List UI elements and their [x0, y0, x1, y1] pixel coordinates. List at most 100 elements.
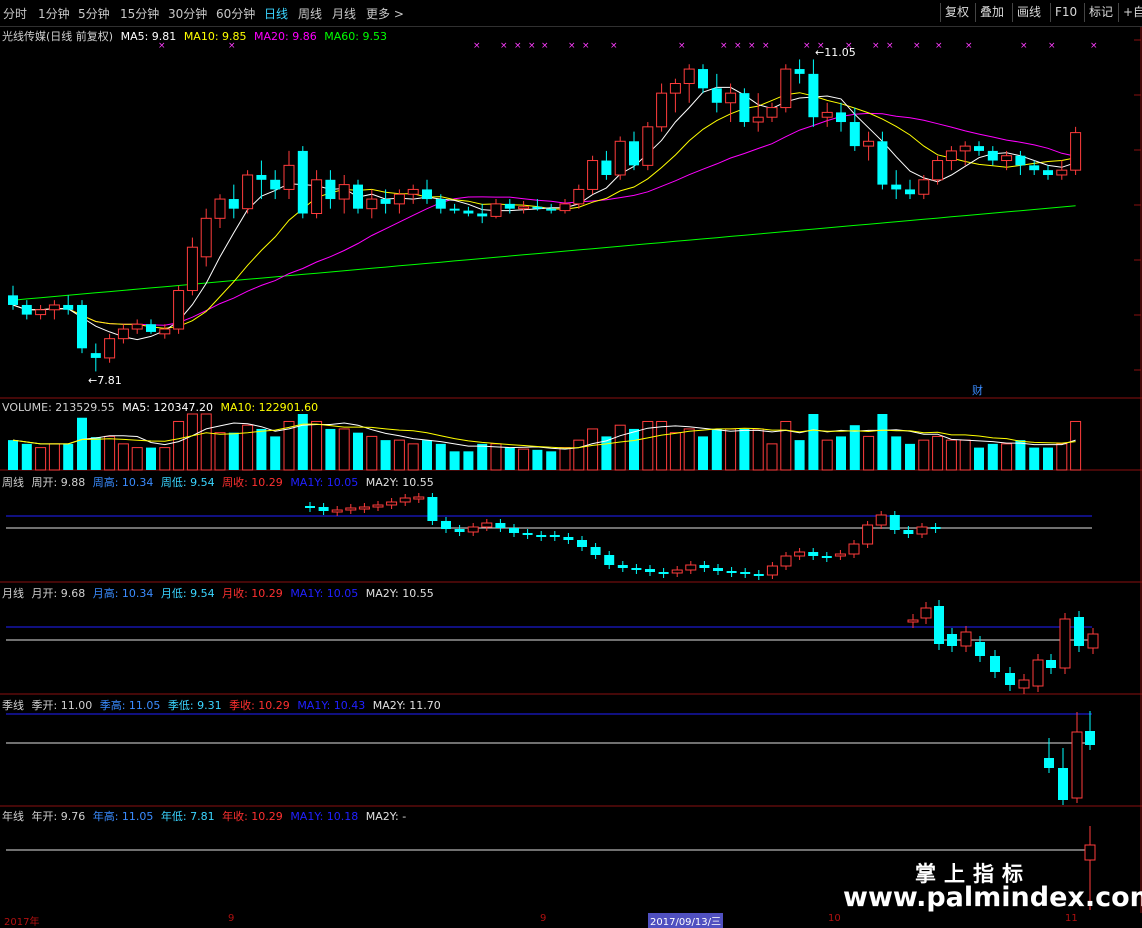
- volume-bar: [1001, 443, 1013, 471]
- volume-bar: [918, 439, 930, 471]
- signal-x-marker: ×: [528, 41, 536, 51]
- candle-body: [808, 73, 819, 118]
- year-high: 年高: 11.05: [92, 810, 154, 823]
- week-candle-body: [808, 552, 819, 556]
- toolbar-button[interactable]: +自选: [1118, 3, 1142, 22]
- timeframe-tab[interactable]: 1分钟: [38, 5, 70, 22]
- candle-body: [849, 122, 860, 147]
- month-candle-body: [990, 656, 1000, 672]
- volume-bar: [532, 449, 543, 470]
- volume-bar: [338, 428, 350, 471]
- week-candle-body: [726, 571, 737, 573]
- season-low: 季低: 9.31: [167, 699, 222, 712]
- signal-x-marker: ×: [582, 41, 590, 51]
- volume-bar: [573, 439, 585, 471]
- signal-x-marker: ×: [610, 41, 618, 51]
- week-candle-body: [645, 569, 655, 572]
- toolbar-button[interactable]: 叠加: [975, 3, 1008, 22]
- toolbar-button[interactable]: F10: [1050, 3, 1081, 22]
- signal-x-marker: ×: [803, 41, 811, 51]
- candle-body: [587, 160, 599, 190]
- volume-bar: [21, 443, 32, 470]
- candle-body: [794, 69, 805, 74]
- candle-body: [242, 174, 254, 210]
- candle-body: [932, 160, 944, 181]
- year-open: 年开: 9.76: [31, 810, 86, 823]
- timeframe-tab[interactable]: 15分钟: [120, 5, 159, 22]
- volume-bar: [877, 414, 888, 470]
- volume-bar: [366, 435, 378, 471]
- volume-bar: [821, 439, 833, 471]
- candle-body: [1029, 165, 1040, 171]
- vol-ma5-readout: MA5: 120347.20: [122, 401, 213, 414]
- volume-bar: [546, 451, 557, 470]
- month-high: 月高: 10.34: [92, 587, 154, 600]
- candle-body: [48, 304, 60, 311]
- volume-bar: [77, 417, 87, 470]
- week-candle-body: [753, 574, 764, 576]
- candle-body: [669, 83, 681, 94]
- week-ma2y: MA2Y: 10.55: [365, 476, 434, 489]
- season-candle-body: [1058, 768, 1068, 800]
- candle-body: [1015, 155, 1026, 166]
- week-candle-body: [536, 535, 547, 537]
- volume-bar: [490, 443, 502, 471]
- week-candle-body: [454, 529, 465, 532]
- candle-body: [297, 150, 308, 214]
- signal-x-marker: ×: [965, 41, 973, 51]
- volume-bar: [325, 428, 336, 470]
- season-candle-body: [1044, 758, 1054, 768]
- candle-body: [407, 188, 419, 195]
- month-candle-body: [1087, 633, 1099, 649]
- toolbar-button[interactable]: 画线: [1012, 3, 1045, 22]
- volume-bar: [1029, 447, 1040, 470]
- timeframe-tab[interactable]: 更多 >: [366, 5, 404, 22]
- timeframe-tab[interactable]: 30分钟: [168, 5, 207, 22]
- week-candle-body: [358, 506, 370, 510]
- volume-bar: [752, 428, 764, 471]
- volume-bar: [656, 420, 668, 471]
- timeframe-tab[interactable]: 月线: [332, 5, 356, 22]
- week-candle-body: [331, 509, 343, 513]
- date-axis-label: 9: [228, 913, 235, 924]
- week-candle-body: [590, 547, 601, 555]
- candle-body: [1056, 169, 1068, 176]
- week-info-line: 周线 周开: 9.88 周高: 10.34 周低: 9.54 周收: 10.29…: [2, 474, 438, 490]
- signal-x-marker: ×: [1048, 41, 1056, 51]
- candle-body: [366, 198, 378, 210]
- week-candle-body: [345, 507, 357, 511]
- month-ma2y: MA2Y: 10.55: [365, 587, 434, 600]
- timeframe-tab[interactable]: 分时: [3, 5, 27, 22]
- candle-body: [821, 111, 833, 118]
- toolbar-button[interactable]: 标记: [1084, 3, 1117, 22]
- volume-bar: [808, 414, 819, 470]
- watermark-url: www.palmindex.com: [843, 882, 1142, 913]
- week-candle-body: [740, 572, 751, 574]
- candle-body: [104, 338, 116, 359]
- candle-body: [1001, 155, 1013, 162]
- signal-x-marker: ×: [1090, 41, 1098, 51]
- volume-bar: [683, 428, 695, 471]
- volume-bar: [463, 451, 474, 470]
- signal-x-marker: ×: [473, 41, 481, 51]
- candle-body: [256, 174, 267, 180]
- month-candle-body: [947, 634, 957, 646]
- volume-bar: [698, 436, 708, 470]
- month-info-line: 月线 月开: 9.68 月高: 10.34 月低: 9.54 月收: 10.29…: [2, 585, 438, 601]
- vol-ma10-readout: MA10: 122901.60: [220, 401, 319, 414]
- toolbar-button[interactable]: 复权: [940, 3, 973, 22]
- week-candle-body: [563, 537, 574, 540]
- timeframe-tab[interactable]: 日线: [264, 5, 288, 22]
- timeframe-tab[interactable]: 5分钟: [78, 5, 110, 22]
- finance-marker: 财: [972, 383, 983, 397]
- signal-x-marker: ×: [762, 41, 770, 51]
- candle-body: [504, 203, 515, 209]
- volume-bar: [987, 443, 998, 470]
- candle-body: [380, 199, 391, 204]
- timeframe-tab[interactable]: 60分钟: [216, 5, 255, 22]
- volume-bar: [559, 447, 571, 471]
- candle-body: [325, 179, 336, 200]
- timeframe-tab[interactable]: 周线: [298, 5, 322, 22]
- week-candle-body: [372, 504, 384, 508]
- week-candle-body: [930, 527, 941, 529]
